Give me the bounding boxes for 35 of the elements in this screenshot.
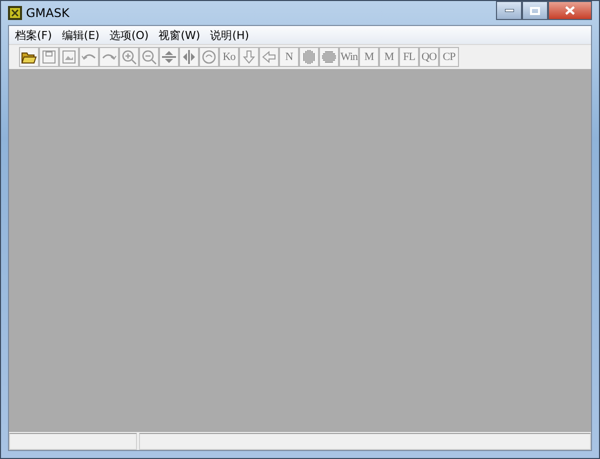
toolbar-button[interactable] (19, 47, 39, 67)
picture-icon (62, 50, 76, 64)
minimize-icon (504, 9, 514, 12)
menu-item[interactable]: 选项(O) (105, 28, 153, 42)
toolbar-button[interactable]: Ko (219, 47, 239, 67)
horizontal-bars-icon (321, 50, 337, 64)
toolbar-button[interactable]: QO (419, 47, 439, 67)
toolbar-button[interactable]: M (359, 47, 379, 67)
toolbar-button[interactable] (159, 47, 179, 67)
zoom-in-icon (121, 49, 137, 65)
menu-item[interactable]: 档案(F) (11, 28, 56, 42)
window-title: GMASK (26, 6, 70, 20)
toolbar-button[interactable]: Win (339, 47, 359, 67)
horizontal-flip-icon (181, 49, 197, 65)
folder-icon (21, 50, 37, 64)
toolbar-button[interactable]: CP (439, 47, 459, 67)
app-icon (8, 6, 22, 20)
close-button[interactable] (548, 1, 592, 20)
toolbar-button[interactable]: M (379, 47, 399, 67)
maximize-icon (530, 6, 540, 14)
down-arrow-icon (242, 50, 256, 64)
rotate-icon (201, 49, 217, 65)
menu-item[interactable]: 说明(H) (206, 28, 254, 42)
maximize-button[interactable] (522, 1, 548, 20)
close-icon (565, 6, 575, 15)
menu-item[interactable]: 视窗(W) (154, 28, 204, 42)
toolbar-button[interactable]: N (279, 47, 299, 67)
left-arrow-icon (262, 50, 276, 64)
toolbar-button[interactable]: FL (399, 47, 419, 67)
vertical-flip-icon (161, 49, 177, 65)
minimize-button[interactable] (496, 1, 522, 20)
menu-item[interactable]: 编辑(E) (58, 28, 104, 42)
zoom-out-icon (141, 49, 157, 65)
toolbar-button[interactable] (179, 47, 199, 67)
vertical-bars-icon (302, 49, 316, 65)
